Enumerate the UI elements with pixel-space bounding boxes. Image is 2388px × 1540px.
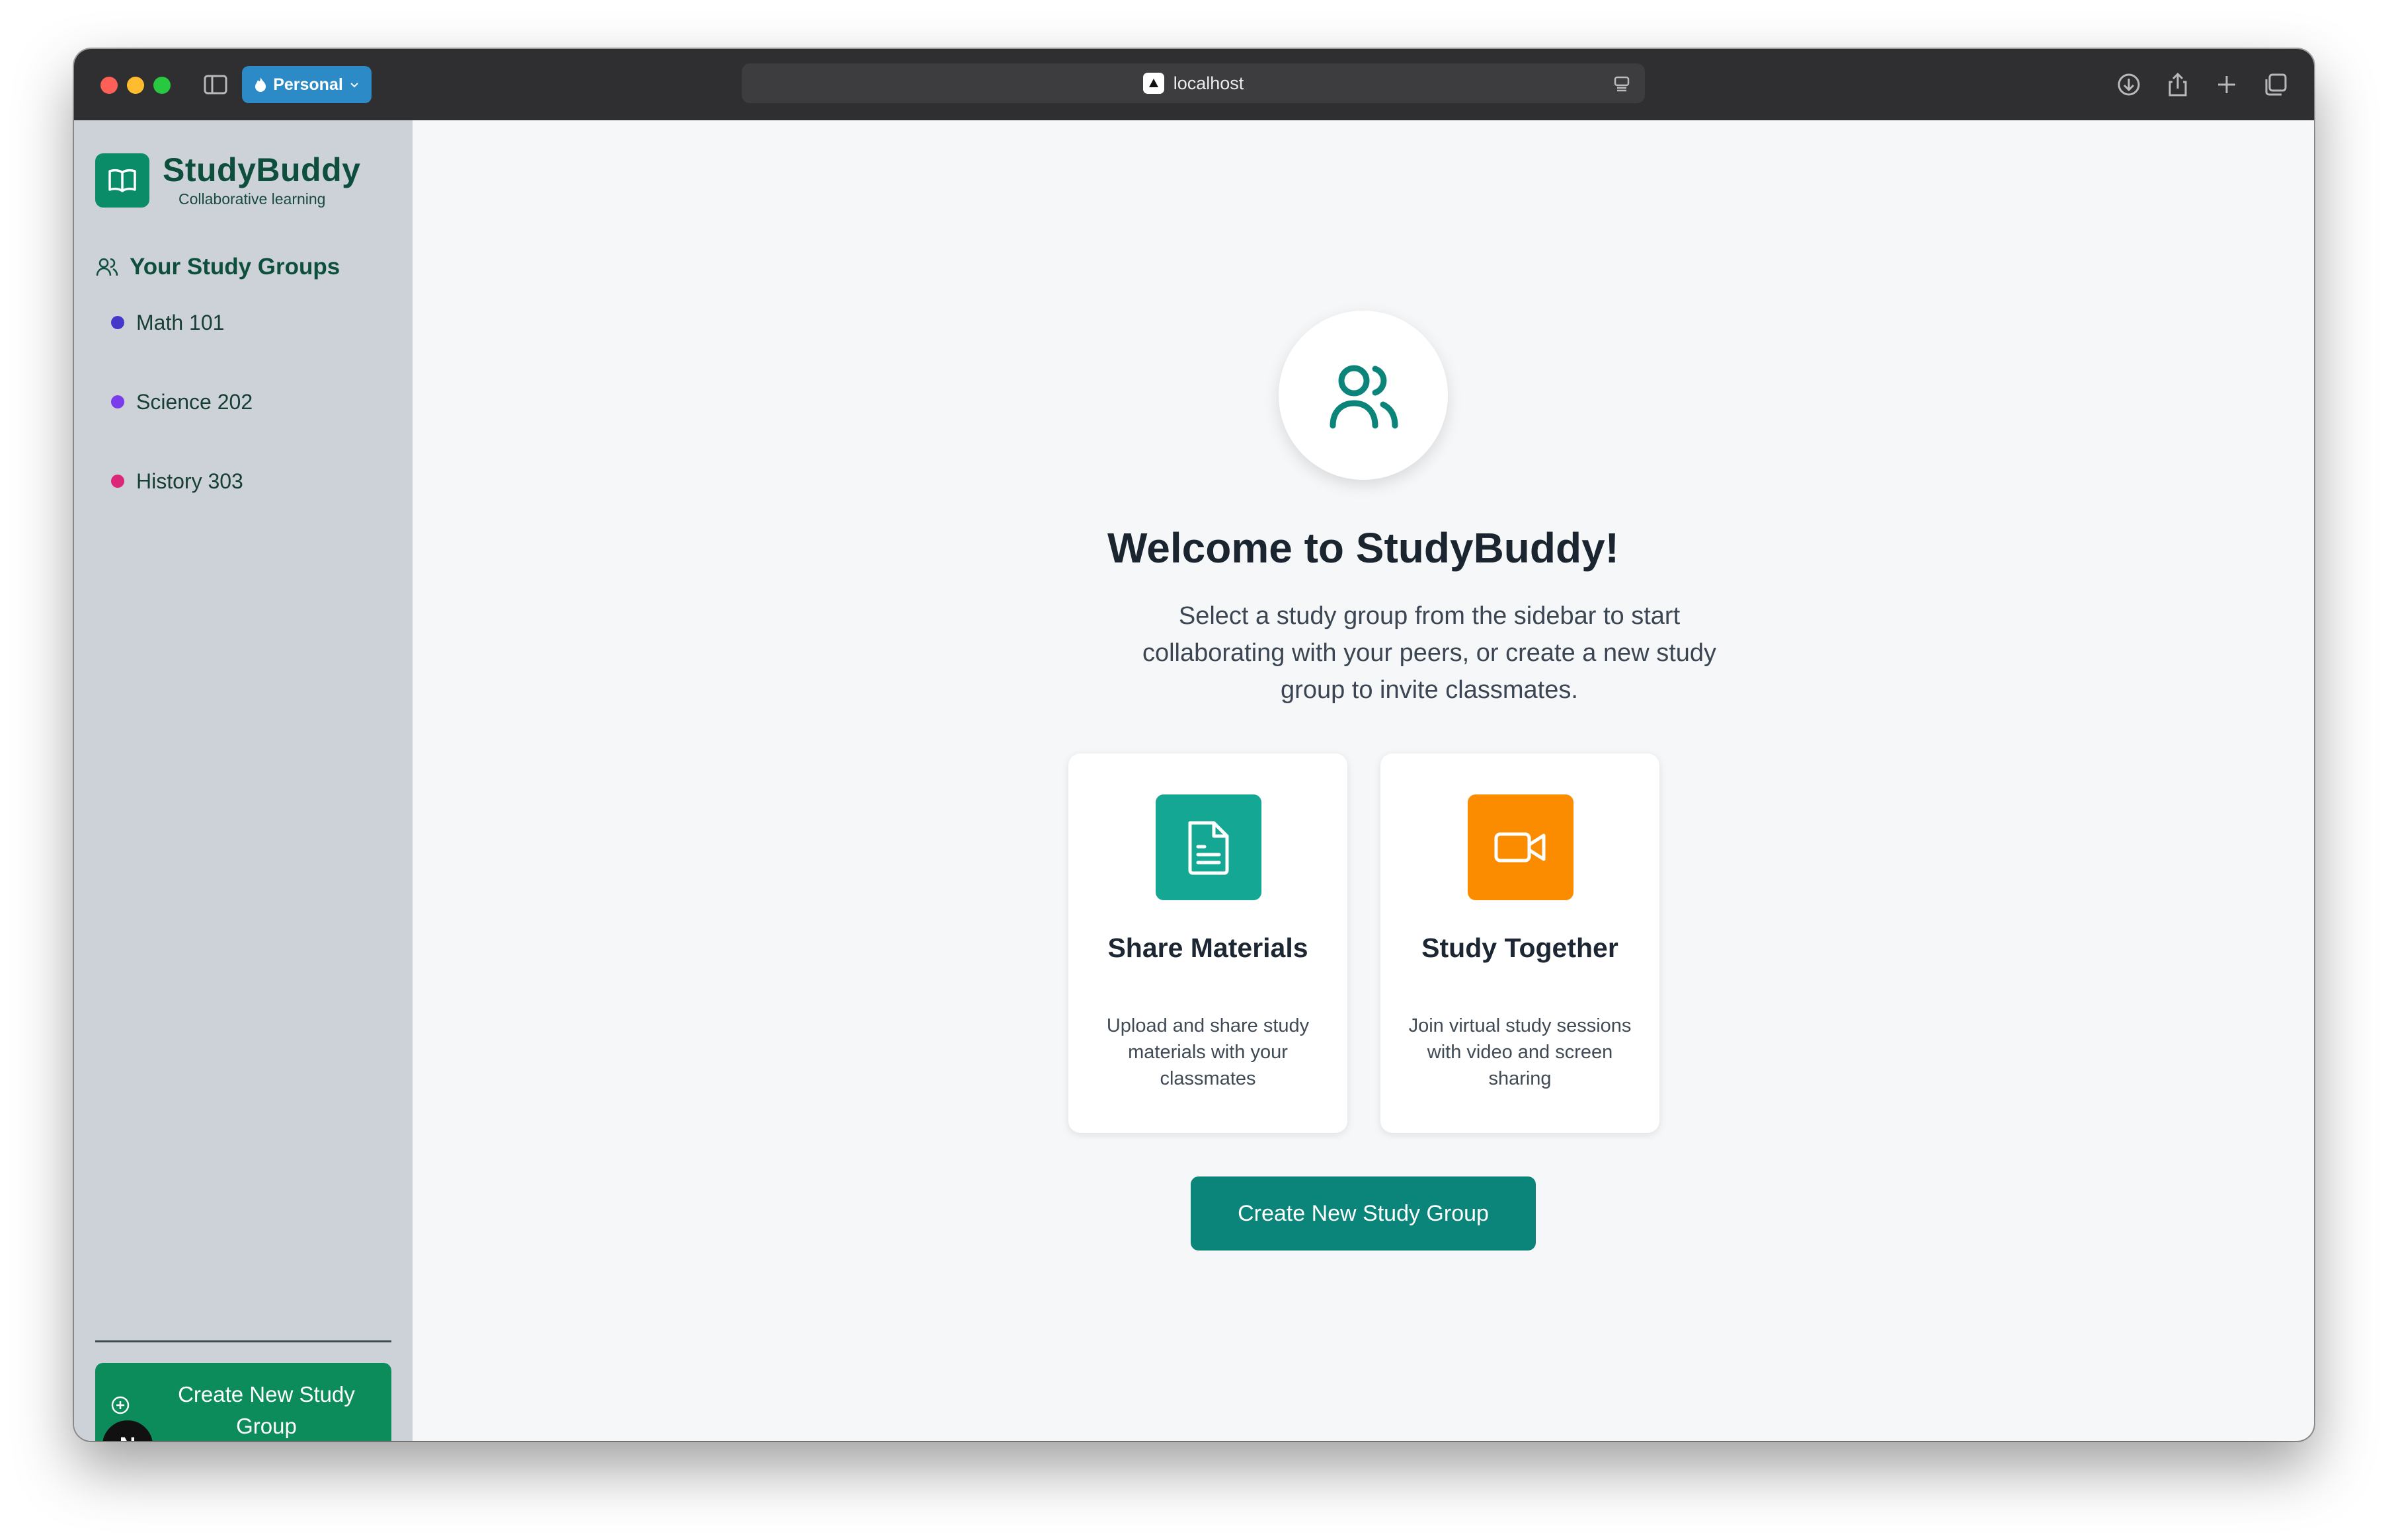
share-icon[interactable] <box>2163 70 2192 99</box>
new-tab-icon[interactable] <box>2212 70 2241 99</box>
downloads-icon[interactable] <box>2114 70 2143 99</box>
hero-icon-circle <box>1279 311 1448 480</box>
sidebar-divider <box>95 1340 391 1342</box>
document-icon <box>1188 821 1229 875</box>
app-name: StudyBuddy <box>163 151 361 188</box>
url-text: localhost <box>1173 73 1244 93</box>
welcome-description: Select a study group from the sidebar to… <box>1142 602 1717 704</box>
users-icon <box>96 258 118 276</box>
profile-label: Personal <box>273 75 343 94</box>
minimize-window-button[interactable] <box>127 77 144 94</box>
sidebar-item-math-101[interactable]: Math 101 <box>111 309 224 336</box>
group-color-dot <box>111 316 124 329</box>
page-title: Welcome to StudyBuddy! <box>1107 524 1619 572</box>
sidebar-item-science-202[interactable]: Science 202 <box>111 389 253 415</box>
address-bar[interactable]: localhost <box>742 63 1645 103</box>
users-icon <box>1330 365 1398 429</box>
zoom-window-button[interactable] <box>153 77 171 94</box>
profile-flame-icon <box>255 77 266 92</box>
group-label: History 303 <box>136 469 243 493</box>
site-favicon-icon <box>1142 73 1164 94</box>
feature-description: Join virtual study sessions with video a… <box>1408 1015 1632 1089</box>
feature-icon-box <box>1156 794 1261 900</box>
reader-view-icon[interactable] <box>1612 74 1632 94</box>
feature-card-share-materials: Share Materials Upload and share study m… <box>1068 753 1347 1133</box>
nextjs-badge-letter: N <box>120 1433 136 1442</box>
feature-title: Share Materials <box>1107 933 1308 963</box>
app-tagline: Collaborative learning <box>179 190 326 208</box>
feature-description: Upload and share study materials with yo… <box>1106 1015 1310 1089</box>
group-label: Science 202 <box>136 389 253 414</box>
sidebar-item-history-303[interactable]: History 303 <box>111 468 243 494</box>
groups-heading: Your Study Groups <box>95 252 340 282</box>
tab-overview-icon[interactable] <box>2261 70 2290 99</box>
create-group-button[interactable]: Create New Study Group <box>1191 1176 1536 1251</box>
feature-title: Study Together <box>1421 933 1618 963</box>
video-camera-icon <box>1494 832 1546 863</box>
groups-heading-label: Your Study Groups <box>130 254 340 280</box>
app-logo <box>95 153 149 208</box>
close-window-button[interactable] <box>100 77 118 94</box>
feature-icon-box <box>1468 794 1573 900</box>
plus-circle-icon <box>111 1396 130 1414</box>
open-book-icon <box>108 169 136 192</box>
group-color-dot <box>111 475 124 488</box>
sidebar: StudyBuddy Collaborative learning Your S… <box>74 120 413 1441</box>
profile-switcher-button[interactable]: Personal <box>242 66 372 103</box>
browser-toolbar: Personal localhost <box>74 49 2314 120</box>
sidebar-toggle-icon[interactable] <box>201 70 230 99</box>
group-color-dot <box>111 395 124 408</box>
sidebar-create-group-label: Create New Study Group <box>178 1382 355 1438</box>
feature-card-study-together: Study Together Join virtual study sessio… <box>1380 753 1659 1133</box>
chevron-down-icon <box>350 83 358 88</box>
browser-window: Personal localhost StudyBuddy Collaborat… <box>74 49 2314 1441</box>
group-label: Math 101 <box>136 310 225 334</box>
